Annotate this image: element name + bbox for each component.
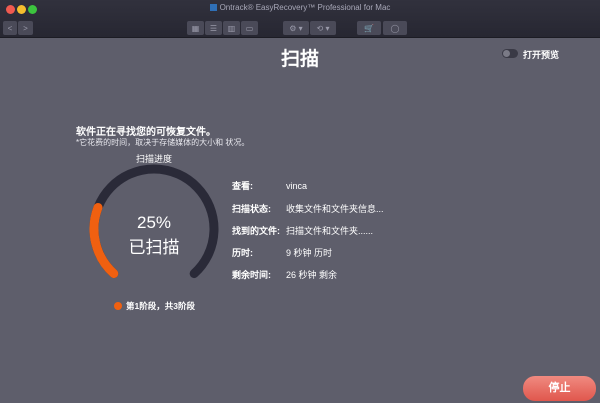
detail-key: 剩余时间:	[232, 270, 271, 280]
detail-key: 历时:	[232, 248, 253, 258]
detail-row: 历时: 9 秒钟 历时	[232, 246, 332, 259]
detail-key: 扫描状态:	[232, 204, 271, 214]
detail-value: 收集文件和文件夹信息...	[286, 204, 384, 214]
stage-indicator: 第1阶段，共3阶段	[114, 300, 195, 312]
detail-value: 9 秒钟 历时	[286, 248, 333, 258]
progress-percent: 25%	[136, 213, 172, 232]
stage-dot-icon	[114, 302, 122, 310]
stop-button[interactable]: 停止	[523, 376, 596, 401]
progress-scanned-label: 已扫描	[128, 238, 180, 257]
detail-value: vinca	[286, 181, 308, 191]
detail-row: 剩余时间: 26 秒钟 剩余	[232, 268, 337, 281]
detail-row: 找到的文件: 扫描文件和文件夹......	[232, 224, 373, 237]
detail-value: 26 秒钟 剩余	[286, 270, 338, 280]
stage-text: 第1阶段，共3阶段	[126, 301, 195, 311]
detail-row: 扫描状态: 收集文件和文件夹信息...	[232, 202, 384, 215]
detail-key: 查看:	[232, 181, 253, 191]
detail-row: 查看: vinca	[232, 179, 307, 192]
detail-value: 扫描文件和文件夹......	[286, 226, 374, 236]
detail-key: 找到的文件:	[232, 226, 280, 236]
